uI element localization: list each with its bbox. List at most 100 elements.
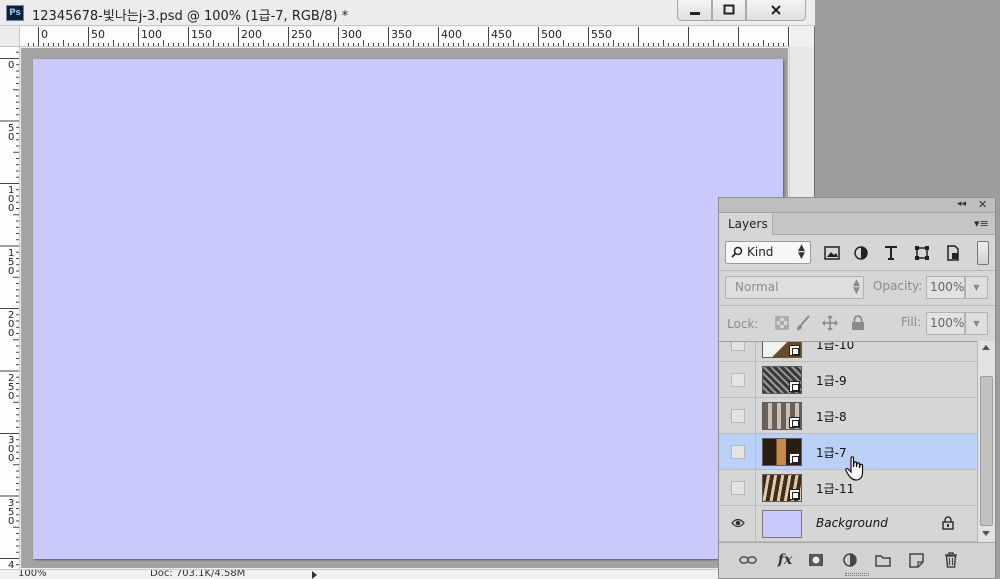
fill-field[interactable]: 100% — [926, 312, 965, 335]
panel-menu-icon[interactable]: ▾≡ — [974, 217, 989, 230]
link-layers-icon[interactable] — [737, 551, 759, 569]
add-mask-icon[interactable] — [805, 551, 827, 569]
hand-pointer-cursor-icon — [845, 456, 864, 481]
layer-thumbnail — [762, 510, 802, 538]
visibility-toggle[interactable] — [719, 398, 756, 434]
lock-position-icon[interactable] — [821, 314, 839, 332]
opacity-label: Opacity: — [873, 279, 923, 293]
visibility-box — [731, 409, 745, 423]
ruler-label: 200 — [241, 28, 262, 41]
layer-name[interactable]: 1급-11 — [816, 480, 854, 497]
close-icon — [771, 5, 781, 15]
smart-object-filter-icon[interactable] — [944, 244, 962, 262]
close-window-button[interactable] — [746, 0, 806, 21]
visibility-toggle[interactable] — [719, 506, 756, 542]
select-arrows-icon: ▲ ▼ — [853, 278, 860, 296]
ruler-label: 100 — [8, 185, 15, 214]
panel-resize-grip[interactable] — [845, 573, 869, 576]
adjustment-layer-icon[interactable] — [839, 551, 861, 569]
ruler-label: 250 — [8, 372, 15, 402]
ruler-label: 550 — [591, 28, 612, 41]
visibility-toggle[interactable] — [719, 434, 756, 470]
collapse-panel-icon[interactable]: ◂◂ — [957, 199, 966, 209]
shape-filter-icon[interactable] — [913, 244, 931, 262]
lock-all-icon[interactable] — [849, 314, 867, 332]
layer-row-1급-8[interactable]: 1급-8 — [719, 398, 977, 434]
visibility-box — [731, 445, 745, 459]
blend-mode-value: Normal — [735, 280, 779, 294]
opacity-dropdown-button[interactable]: ▼ — [965, 276, 988, 299]
close-panel-icon[interactable]: ✕ — [978, 198, 987, 211]
maximize-icon — [723, 4, 735, 15]
visibility-toggle[interactable] — [719, 342, 756, 362]
layer-row-1급-10[interactable]: 1급-10 — [719, 342, 977, 362]
ruler-label: 50 — [91, 28, 105, 41]
ruler-label: 350 — [391, 28, 412, 41]
ruler-label: 500 — [541, 28, 562, 41]
filter-toggle-switch[interactable] — [977, 241, 989, 265]
select-arrows-icon: ▲ ▼ — [798, 243, 805, 261]
type-filter-icon[interactable] — [882, 244, 900, 262]
ruler-label: 300 — [341, 28, 362, 41]
layer-thumbnail — [762, 402, 802, 430]
layer-name[interactable]: 1급-9 — [816, 372, 847, 389]
fx-icon[interactable]: fx — [774, 551, 796, 569]
ruler-origin[interactable] — [0, 27, 20, 47]
minimize-button[interactable] — [677, 0, 712, 21]
status-bar: 100% Doc: 703.1K/4.58M — [0, 569, 815, 579]
fill-dropdown-button[interactable]: ▼ — [965, 312, 988, 335]
panel-header[interactable]: ◂◂ ✕ — [719, 198, 995, 213]
delete-layer-icon[interactable] — [940, 551, 962, 569]
ruler-label: 450 — [491, 28, 512, 41]
chevron-down-icon: ▼ — [973, 283, 980, 292]
visibility-toggle[interactable] — [719, 470, 756, 506]
adjustment-filter-icon[interactable] — [852, 244, 870, 262]
visibility-box — [731, 373, 745, 387]
opacity-field[interactable]: 100% — [926, 276, 965, 299]
image-filter-icon[interactable] — [823, 244, 841, 262]
lock-label: Lock: — [727, 317, 759, 331]
new-layer-icon[interactable] — [905, 551, 927, 569]
lock-image-pixels-icon[interactable] — [794, 314, 812, 332]
layer-name[interactable]: 1급-8 — [816, 408, 847, 425]
visibility-box — [731, 342, 745, 351]
zoom-level[interactable]: 100% — [18, 570, 47, 579]
lock-transparent-pixels-icon[interactable] — [773, 314, 791, 332]
layer-row-background[interactable]: Background — [719, 506, 977, 542]
scrollbar-thumb[interactable] — [980, 376, 993, 526]
scroll-up-arrow-icon[interactable] — [982, 345, 990, 350]
fill-label: Fill: — [901, 315, 922, 329]
document-title: 12345678-빛나는j-3.psd @ 100% (1급-7, RGB/8)… — [32, 9, 349, 24]
maximize-button[interactable] — [712, 0, 746, 21]
layer-row-1급-9[interactable]: 1급-9 — [719, 362, 977, 398]
vertical-ruler[interactable]: 050100150200250300350400 — [0, 47, 20, 579]
blend-mode-select[interactable]: Normal ▲ ▼ — [725, 276, 864, 299]
ruler-label: 150 — [8, 247, 15, 277]
visibility-box — [731, 481, 745, 495]
smart-object-badge-icon — [789, 489, 800, 500]
tab-layers[interactable]: Layers — [719, 213, 773, 235]
scroll-down-arrow-icon[interactable] — [982, 531, 990, 536]
chevron-down-icon: ▼ — [973, 319, 980, 328]
ruler-label: 250 — [291, 28, 312, 41]
layer-thumbnail — [762, 438, 802, 466]
ruler-label: 150 — [191, 28, 212, 41]
status-menu-arrow-icon[interactable] — [312, 571, 317, 579]
document-size: Doc: 703.1K/4.58M — [150, 569, 246, 579]
horizontal-ruler[interactable]: 0 50 100 150 200 250 300 350 400 450 500 550 — [20, 27, 790, 47]
smart-object-badge-icon — [789, 453, 800, 464]
photoshop-app-icon: Ps — [6, 5, 24, 21]
minimize-icon — [689, 12, 700, 15]
document-canvas[interactable] — [33, 59, 783, 559]
layer-name[interactable]: Background — [816, 516, 888, 530]
ruler-label: 350 — [8, 497, 15, 527]
layers-panel: ◂◂ ✕ Layers ▾≡ Kind ▲ ▼ Normal ▲ ▼ Opacity… — [718, 197, 996, 579]
title-bar[interactable]: Ps 12345678-빛나는j-3.psd @ 100% (1급-7, RGB… — [0, 0, 815, 26]
new-group-icon[interactable] — [872, 551, 894, 569]
visibility-toggle[interactable] — [719, 362, 756, 398]
ruler-label: 0 — [41, 28, 48, 41]
layer-name[interactable]: 1급-7 — [816, 444, 847, 461]
layer-name[interactable]: 1급-10 — [816, 342, 854, 353]
filter-kind-select[interactable]: Kind ▲ ▼ — [725, 241, 811, 264]
layer-list-scrollbar[interactable] — [977, 341, 995, 542]
